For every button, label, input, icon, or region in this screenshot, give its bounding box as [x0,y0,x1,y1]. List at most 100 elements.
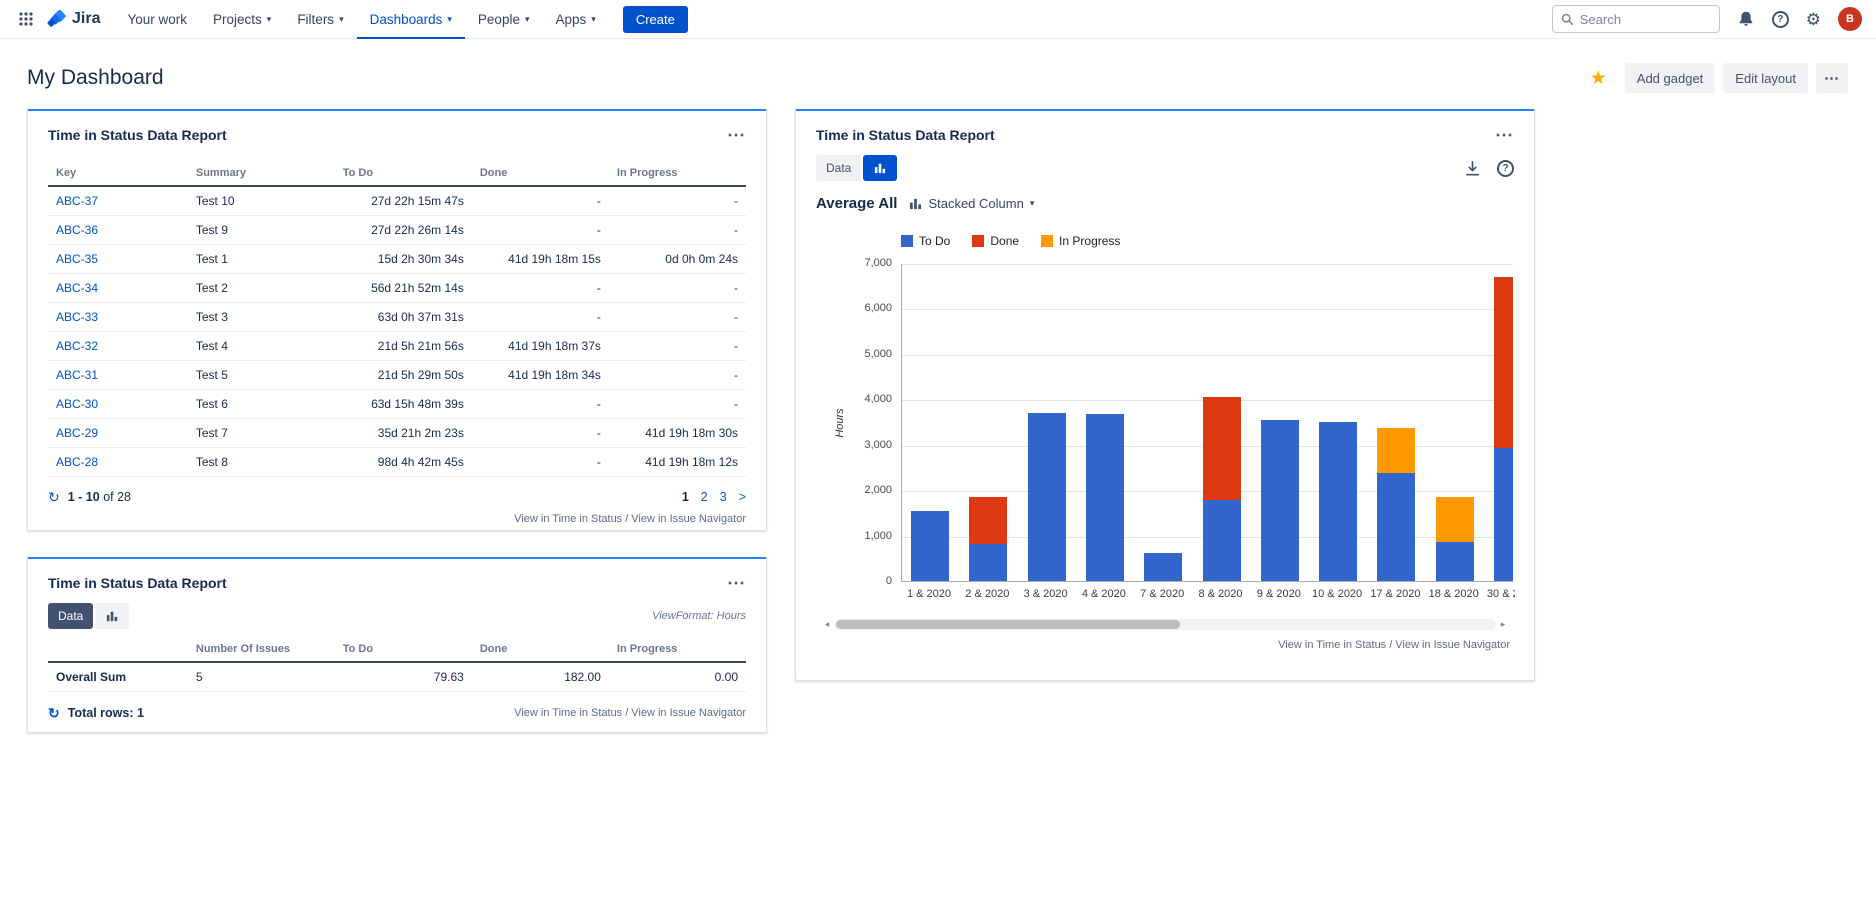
bar-9 & 2020[interactable] [1261,420,1299,581]
bar-8 & 2020[interactable] [1203,397,1241,581]
page-head: My Dashboard ★ Add gadget Edit layout ⋯ [0,39,1876,99]
scroll-left-icon[interactable]: ◂ [820,618,834,631]
gadget-more-icon[interactable]: ⋯ [727,574,746,592]
dashboard-more-button[interactable]: ⋯ [1816,63,1848,93]
bar-segment-to-do[interactable] [1319,422,1357,581]
table-row: ABC-28 Test 8 98d 4h 42m 45s - 41d 19h 1… [48,448,746,477]
view-in-time-in-status-link[interactable]: View in Time in Status [514,707,622,719]
view-in-time-in-status-link[interactable]: View in Time in Status [1278,639,1386,651]
inprogress-time: - [609,303,746,332]
bar-7 & 2020[interactable] [1144,553,1182,581]
issue-key-link[interactable]: ABC-37 [56,194,98,208]
issue-key-link[interactable]: ABC-35 [56,252,98,266]
bar-4 & 2020[interactable] [1086,414,1124,581]
view-in-issue-navigator-link[interactable]: View in Issue Navigator [1395,639,1510,651]
nav-your-work[interactable]: Your work [114,0,200,39]
gadget-more-icon[interactable]: ⋯ [1495,126,1514,144]
avatar[interactable]: B [1838,7,1862,31]
chart-horizontal-scrollbar[interactable]: ◂ ▸ [820,618,1510,631]
nav-dashboards[interactable]: Dashboards ▾ [357,0,465,39]
scrollbar-track[interactable] [834,619,1496,630]
gadget-time-in-status-table: Time in Status Data Report ⋯ Key Summary… [27,109,767,531]
page-3[interactable]: 3 [720,490,727,504]
issue-key-link[interactable]: ABC-31 [56,368,98,382]
bar-segment-to-do[interactable] [1436,542,1474,581]
average-all-label: Average All [816,195,897,212]
bar-segment-in-progress[interactable] [1377,428,1415,473]
todo-time: 56d 21h 52m 14s [335,274,472,303]
nav-filters[interactable]: Filters ▾ [284,0,356,39]
issue-key-link[interactable]: ABC-33 [56,310,98,324]
bar-10 & 2020[interactable] [1319,422,1357,581]
issue-key-link[interactable]: ABC-30 [56,397,98,411]
nav-people[interactable]: People ▾ [465,0,543,39]
chart-help-icon[interactable]: ? [1497,160,1514,177]
bar-18 & 2020[interactable] [1436,497,1474,581]
inprogress-time: - [609,186,746,216]
page-1[interactable]: 1 [682,490,689,504]
issue-key-link[interactable]: ABC-32 [56,339,98,353]
bar-segment-in-progress[interactable] [1436,497,1474,542]
create-button[interactable]: Create [623,6,688,33]
view-in-issue-navigator-link[interactable]: View in Issue Navigator [631,513,746,525]
issue-key-link[interactable]: ABC-34 [56,281,98,295]
chart-view-button[interactable] [95,603,129,629]
table-row: ABC-30 Test 6 63d 15h 48m 39s - - [48,390,746,419]
bar-segment-done[interactable] [1203,397,1241,500]
issue-summary: Test 2 [188,274,335,303]
bar-segment-to-do[interactable] [1494,448,1513,581]
bar-segment-to-do[interactable] [911,511,949,581]
bar-segment-to-do[interactable] [1086,414,1124,581]
export-icon[interactable] [1463,159,1482,178]
gadget-footer-links: View in Time in Status/View in Issue Nav… [514,707,746,719]
refresh-icon[interactable]: ↻ [48,706,60,720]
settings-gear-icon[interactable]: ⚙ [1806,11,1821,28]
bar-segment-done[interactable] [1494,277,1513,449]
table-row: ABC-34 Test 2 56d 21h 52m 14s - - [48,274,746,303]
bar-segment-to-do[interactable] [1203,500,1241,581]
search-box[interactable] [1552,5,1720,33]
bar-1 & 2020[interactable] [911,511,949,581]
data-view-button[interactable]: Data [48,603,93,629]
view-in-issue-navigator-link[interactable]: View in Issue Navigator [631,707,746,719]
scroll-right-icon[interactable]: ▸ [1496,618,1510,631]
page-title: My Dashboard [27,66,164,90]
notifications-bell-icon[interactable] [1737,10,1755,28]
data-view-button[interactable]: Data [816,155,861,181]
refresh-icon[interactable]: ↻ [48,490,60,504]
bar-segment-done[interactable] [969,497,1007,543]
issue-key-link[interactable]: ABC-28 [56,455,98,469]
add-gadget-button[interactable]: Add gadget [1625,63,1716,93]
issue-key-link[interactable]: ABC-29 [56,426,98,440]
chart-type-select[interactable]: Stacked Column ▾ [909,196,1034,211]
nav-apps[interactable]: Apps ▾ [543,0,609,39]
scrollbar-thumb[interactable] [836,620,1180,629]
bar-segment-to-do[interactable] [1261,420,1299,581]
help-icon[interactable]: ? [1772,11,1789,28]
bar-30 & 2020[interactable] [1494,277,1513,581]
todo-time: 21d 5h 21m 56s [335,332,472,361]
issue-summary: Test 8 [188,448,335,477]
jira-logo[interactable]: Jira [46,9,100,30]
gadget-time-in-status-chart: Time in Status Data Report ⋯ Data [795,109,1535,681]
bar-2 & 2020[interactable] [969,497,1007,581]
favorite-star-icon[interactable]: ★ [1590,69,1607,88]
issue-summary: Test 5 [188,361,335,390]
bar-3 & 2020[interactable] [1028,413,1066,581]
chart-view-button[interactable] [863,155,897,181]
next-page[interactable]: > [739,490,746,504]
bar-segment-to-do[interactable] [1377,473,1415,581]
y-tick-label: 5,000 [864,348,892,360]
page-2[interactable]: 2 [701,490,708,504]
edit-layout-button[interactable]: Edit layout [1723,63,1808,93]
bar-17 & 2020[interactable] [1377,428,1415,581]
bar-segment-to-do[interactable] [1028,413,1066,581]
nav-projects[interactable]: Projects ▾ [200,0,284,39]
bar-segment-to-do[interactable] [969,544,1007,581]
search-input[interactable] [1580,12,1700,27]
app-switcher-icon[interactable] [10,11,42,27]
view-in-time-in-status-link[interactable]: View in Time in Status [514,513,622,525]
issue-key-link[interactable]: ABC-36 [56,223,98,237]
bar-segment-to-do[interactable] [1144,553,1182,581]
gadget-more-icon[interactable]: ⋯ [727,126,746,144]
